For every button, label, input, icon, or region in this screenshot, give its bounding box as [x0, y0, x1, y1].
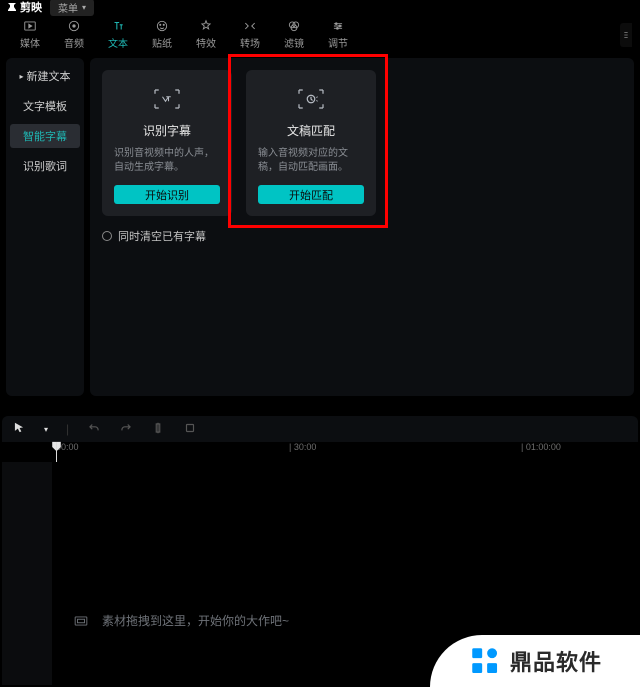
tab-transition[interactable]: 转场: [228, 19, 272, 50]
redo-button[interactable]: [119, 421, 133, 438]
undo-button[interactable]: [87, 421, 101, 438]
content-panel: 识别字幕 识别音视频中的人声，自动生成字幕。 开始识别 文稿匹配 输入音视频对应…: [90, 58, 634, 396]
sidebar-item-smart-subtitle[interactable]: 智能字幕: [10, 124, 80, 148]
card-title: 识别字幕: [143, 122, 191, 139]
sidebar-item-text-template[interactable]: 文字模板: [10, 94, 80, 118]
chevron-right-icon: ▸: [19, 72, 23, 81]
tab-audio[interactable]: 音频: [52, 19, 96, 50]
sidebar: ▸ 新建文本 文字模板 智能字幕 识别歌词: [6, 58, 84, 396]
card-manuscript-match: 文稿匹配 输入音视频对应的文稿，自动匹配画面。 开始匹配: [246, 70, 376, 216]
tab-text[interactable]: 文本: [96, 19, 140, 50]
right-panel-toggle[interactable]: [620, 23, 632, 47]
timer-scan-icon: [296, 86, 326, 112]
card-recognize-subtitle: 识别字幕 识别音视频中的人声，自动生成字幕。 开始识别: [102, 70, 232, 216]
app-name: 剪映: [20, 0, 42, 15]
pointer-tool[interactable]: [12, 421, 26, 438]
card-desc: 识别音视频中的人声，自动生成字幕。: [114, 147, 220, 175]
top-tabs: 媒体 音频 文本 贴纸 特效 转场 滤镜 调节: [0, 14, 640, 52]
watermark-logo-icon: [468, 644, 502, 678]
card-desc: 输入音视频对应的文稿，自动匹配画面。: [258, 147, 364, 175]
drop-hint: 素材拖拽到这里，开始你的大作吧~: [74, 612, 289, 629]
timeline-ruler[interactable]: 00:00 | 30:00 | 01:00:00: [2, 442, 638, 462]
tab-sticker[interactable]: 贴纸: [140, 19, 184, 50]
app-logo: 剪映: [6, 0, 42, 15]
checkbox-icon: [102, 231, 112, 241]
sidebar-item-lyrics[interactable]: 识别歌词: [10, 154, 80, 178]
tab-adjust[interactable]: 调节: [316, 19, 360, 50]
subtitle-scan-icon: [152, 86, 182, 112]
timeline-toolbar: ▾ |: [2, 416, 638, 442]
start-match-button[interactable]: 开始匹配: [258, 185, 364, 204]
start-recognize-button[interactable]: 开始识别: [114, 185, 220, 204]
main-area: ▸ 新建文本 文字模板 智能字幕 识别歌词 识别字幕 识别音视频中的人声，自动生: [0, 52, 640, 402]
delete-button[interactable]: [183, 421, 197, 438]
clear-existing-checkbox[interactable]: 同时清空已有字幕: [102, 228, 622, 244]
split-button[interactable]: [151, 421, 165, 438]
menu-dropdown[interactable]: 菜单 ▾: [50, 0, 94, 16]
watermark: 鼎品软件: [430, 635, 640, 687]
tab-effect[interactable]: 特效: [184, 19, 228, 50]
chevron-down-icon[interactable]: ▾: [44, 425, 48, 434]
title-bar: 剪映 菜单 ▾: [0, 0, 640, 14]
card-title: 文稿匹配: [287, 122, 335, 139]
chevron-down-icon: ▾: [82, 3, 86, 12]
tab-media[interactable]: 媒体: [8, 19, 52, 50]
tab-filter[interactable]: 滤镜: [272, 19, 316, 50]
sidebar-item-new-text[interactable]: ▸ 新建文本: [10, 64, 80, 88]
